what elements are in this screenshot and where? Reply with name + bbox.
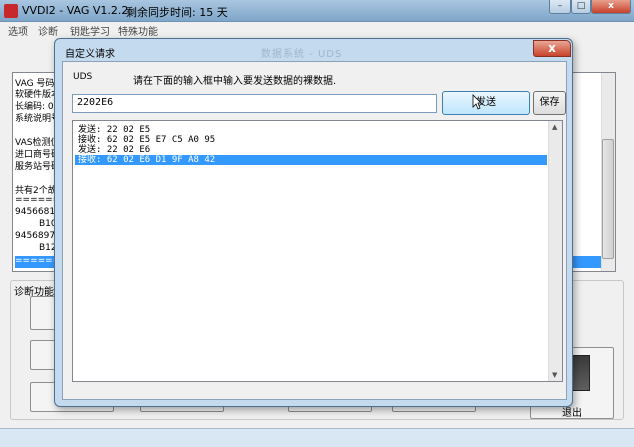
info-line: 9456897: [15, 231, 56, 241]
log-line-selected[interactable]: 接收: 62 02 E6 D1 9F A8 42: [75, 155, 547, 165]
app-logo-icon: [4, 4, 18, 18]
dialog-body: UDS 请在下面的输入框中输入要发送数据的裸数据. 2202E6 发送 保存 发…: [62, 61, 567, 400]
app-title: VVDI2 - VAG V1.2.2: [22, 4, 129, 17]
input-hint: 请在下面的输入框中输入要发送数据的裸数据.: [133, 76, 337, 87]
log-line: 发送: 22 02 E5: [78, 125, 151, 135]
save-button[interactable]: 保存: [533, 91, 566, 115]
menu-diagnosis[interactable]: 诊断: [38, 23, 58, 38]
log-scrollbar[interactable]: ▲ ▼: [548, 121, 562, 381]
log-line: 接收: 62 02 E5 E7 C5 A0 95: [78, 135, 216, 145]
maximize-button[interactable]: □: [571, 0, 591, 14]
dialog-background-title: 数据系统 - UDS: [261, 49, 343, 60]
sync-countdown: 剩余同步时间: 15 天: [126, 6, 228, 19]
info-line: 9456681: [15, 207, 56, 217]
custom-request-dialog: 自定义请求 数据系统 - UDS x UDS 请在下面的输入框中输入要发送数据的…: [54, 38, 573, 407]
raw-data-input[interactable]: 2202E6: [72, 94, 437, 113]
send-button[interactable]: 发送: [442, 91, 530, 115]
menu-options[interactable]: 选项: [8, 23, 28, 38]
mouse-cursor-icon: [472, 94, 482, 110]
close-button[interactable]: x: [591, 0, 631, 14]
uds-label: UDS: [73, 72, 93, 82]
menu-bar: 选项 诊断 钥匙学习 特殊功能: [0, 22, 634, 38]
status-bar: [0, 428, 634, 447]
dialog-title: 自定义请求: [65, 49, 115, 60]
request-log[interactable]: 发送: 22 02 E5 接收: 62 02 E5 E7 C5 A0 95 发送…: [72, 120, 563, 382]
main-title-bar: VVDI2 - VAG V1.2.2 剩余同步时间: 15 天 – □ x: [0, 0, 634, 22]
scroll-up-icon[interactable]: ▲: [552, 123, 557, 131]
log-line: 发送: 22 02 E6: [78, 145, 151, 155]
dialog-close-button[interactable]: x: [533, 40, 571, 57]
minimize-button[interactable]: –: [549, 0, 571, 14]
scroll-down-icon[interactable]: ▼: [552, 371, 557, 379]
info-scroll-thumb[interactable]: [602, 139, 614, 259]
menu-key-learning[interactable]: 钥匙学习: [70, 23, 110, 38]
menu-special-functions[interactable]: 特殊功能: [118, 23, 158, 38]
